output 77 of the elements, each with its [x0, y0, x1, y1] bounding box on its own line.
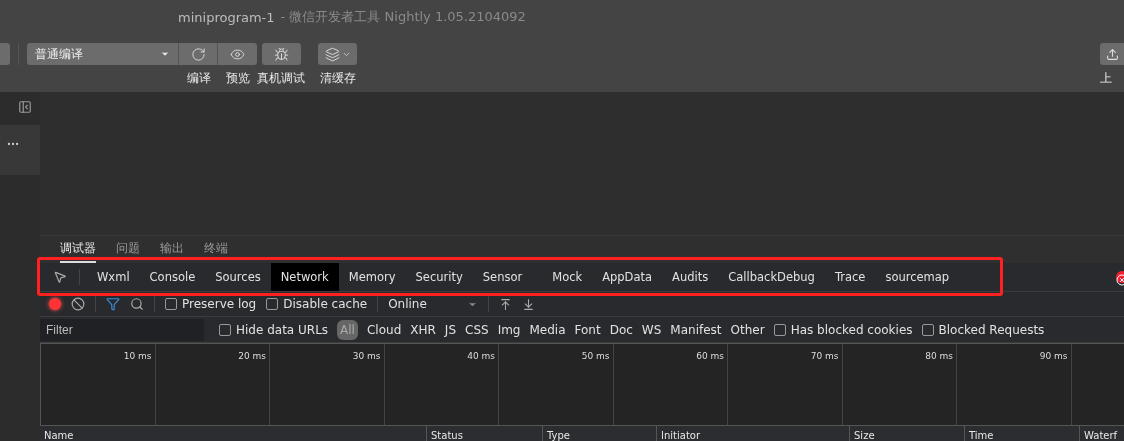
- devtools-tab[interactable]: Audits: [662, 263, 719, 291]
- refresh-button[interactable]: [179, 43, 218, 65]
- upload-icon: [1105, 47, 1119, 61]
- time-tick: 10 ms: [123, 351, 152, 361]
- option-checkbox[interactable]: Preserve log: [165, 297, 257, 311]
- type-filter[interactable]: XHR: [410, 322, 436, 337]
- devtools-tab[interactable]: CallbackDebug: [718, 263, 825, 291]
- option-checkbox[interactable]: Has blocked cookies: [773, 322, 913, 337]
- refresh-icon: [190, 46, 206, 62]
- time-tick: 20 ms: [238, 351, 266, 361]
- type-filter[interactable]: Doc: [609, 322, 633, 337]
- time-tick: 90 ms: [1039, 351, 1068, 361]
- inspect-icon[interactable]: [52, 270, 67, 284]
- time-tick: 60 ms: [696, 351, 724, 361]
- search-icon[interactable]: [130, 297, 144, 311]
- option-checkbox[interactable]: Blocked Requests: [921, 322, 1045, 337]
- filter-icon[interactable]: [106, 297, 120, 311]
- option-checkbox[interactable]: Disable cache: [266, 297, 368, 311]
- type-filter[interactable]: JS: [444, 322, 456, 337]
- type-filter[interactable]: Img: [497, 322, 521, 337]
- filter-field[interactable]: Filter: [40, 318, 204, 341]
- column-header[interactable]: Type: [543, 426, 657, 441]
- record-button[interactable]: [49, 298, 61, 310]
- devtools-tab[interactable]: Sensor: [472, 263, 533, 291]
- time-tick: 40 ms: [467, 351, 495, 361]
- bug-button[interactable]: [261, 43, 301, 65]
- import-icon[interactable]: [498, 297, 512, 311]
- bug-icon: [273, 46, 289, 62]
- devtools-tab[interactable]: Trace: [824, 263, 876, 291]
- tool-label: 编译: [186, 70, 211, 87]
- layers-icon: [324, 46, 340, 62]
- devtools-tab[interactable]: Security: [405, 263, 473, 291]
- column-header[interactable]: Initiator: [657, 426, 850, 441]
- preview-button[interactable]: [218, 43, 257, 65]
- devtools-tab[interactable]: Sources: [205, 263, 271, 291]
- layers-button[interactable]: [318, 43, 357, 65]
- window-subtitle: - 微信开发者工具 Nightly 1.05.2104092: [280, 8, 526, 26]
- devtools-tab[interactable]: sourcemap: [875, 263, 960, 291]
- time-tick: 70 ms: [810, 351, 839, 361]
- column-header[interactable]: Time: [965, 426, 1080, 441]
- type-filter[interactable]: Font: [574, 322, 601, 337]
- eye-icon: [230, 46, 245, 62]
- window-title: miniprogram-1: [178, 9, 275, 25]
- throttling-select[interactable]: Online: [388, 297, 478, 311]
- devtools-tab[interactable]: Network: [270, 263, 339, 291]
- column-header[interactable]: Status: [427, 426, 543, 441]
- upload-button[interactable]: [1100, 43, 1124, 65]
- tool-label: 上: [1100, 70, 1112, 87]
- column-header[interactable]: Waterf: [1080, 426, 1124, 441]
- column-header[interactable]: Size: [850, 426, 965, 441]
- devtools-tab[interactable]: Memory: [338, 263, 406, 291]
- export-icon[interactable]: [521, 297, 535, 311]
- compile-mode-select[interactable]: 普通编译: [27, 43, 179, 65]
- panel-tab[interactable]: 输出: [160, 240, 184, 263]
- type-filter[interactable]: Manifest: [670, 322, 722, 337]
- clear-icon[interactable]: [71, 297, 85, 311]
- type-filter[interactable]: Cloud: [366, 322, 402, 337]
- type-filter[interactable]: Other: [730, 322, 765, 337]
- tool-label: 清缓存: [319, 70, 356, 87]
- column-header[interactable]: Name: [40, 426, 427, 441]
- type-filter[interactable]: Media: [529, 322, 566, 337]
- type-filter[interactable]: CSS: [465, 322, 489, 337]
- time-tick: 30 ms: [352, 351, 381, 361]
- caret-icon: [160, 49, 170, 59]
- devtools-tab[interactable]: AppData: [592, 263, 663, 291]
- time-tick: 80 ms: [925, 351, 953, 361]
- type-filter[interactable]: WS: [641, 322, 662, 337]
- panel-tab[interactable]: 问题: [116, 240, 140, 263]
- tool-label: 预览: [225, 70, 250, 87]
- time-tick: 50 ms: [581, 351, 610, 361]
- devtools-tab[interactable]: Mock: [542, 263, 593, 291]
- option-checkbox[interactable]: Hide data URLs: [219, 322, 329, 337]
- devtools-tab[interactable]: Console: [139, 263, 206, 291]
- devtools-tab[interactable]: Wxml: [87, 263, 140, 291]
- collapse-icon[interactable]: [18, 100, 32, 114]
- panel-tab[interactable]: 终端: [204, 240, 228, 263]
- tool-label: 真机调试: [257, 70, 305, 87]
